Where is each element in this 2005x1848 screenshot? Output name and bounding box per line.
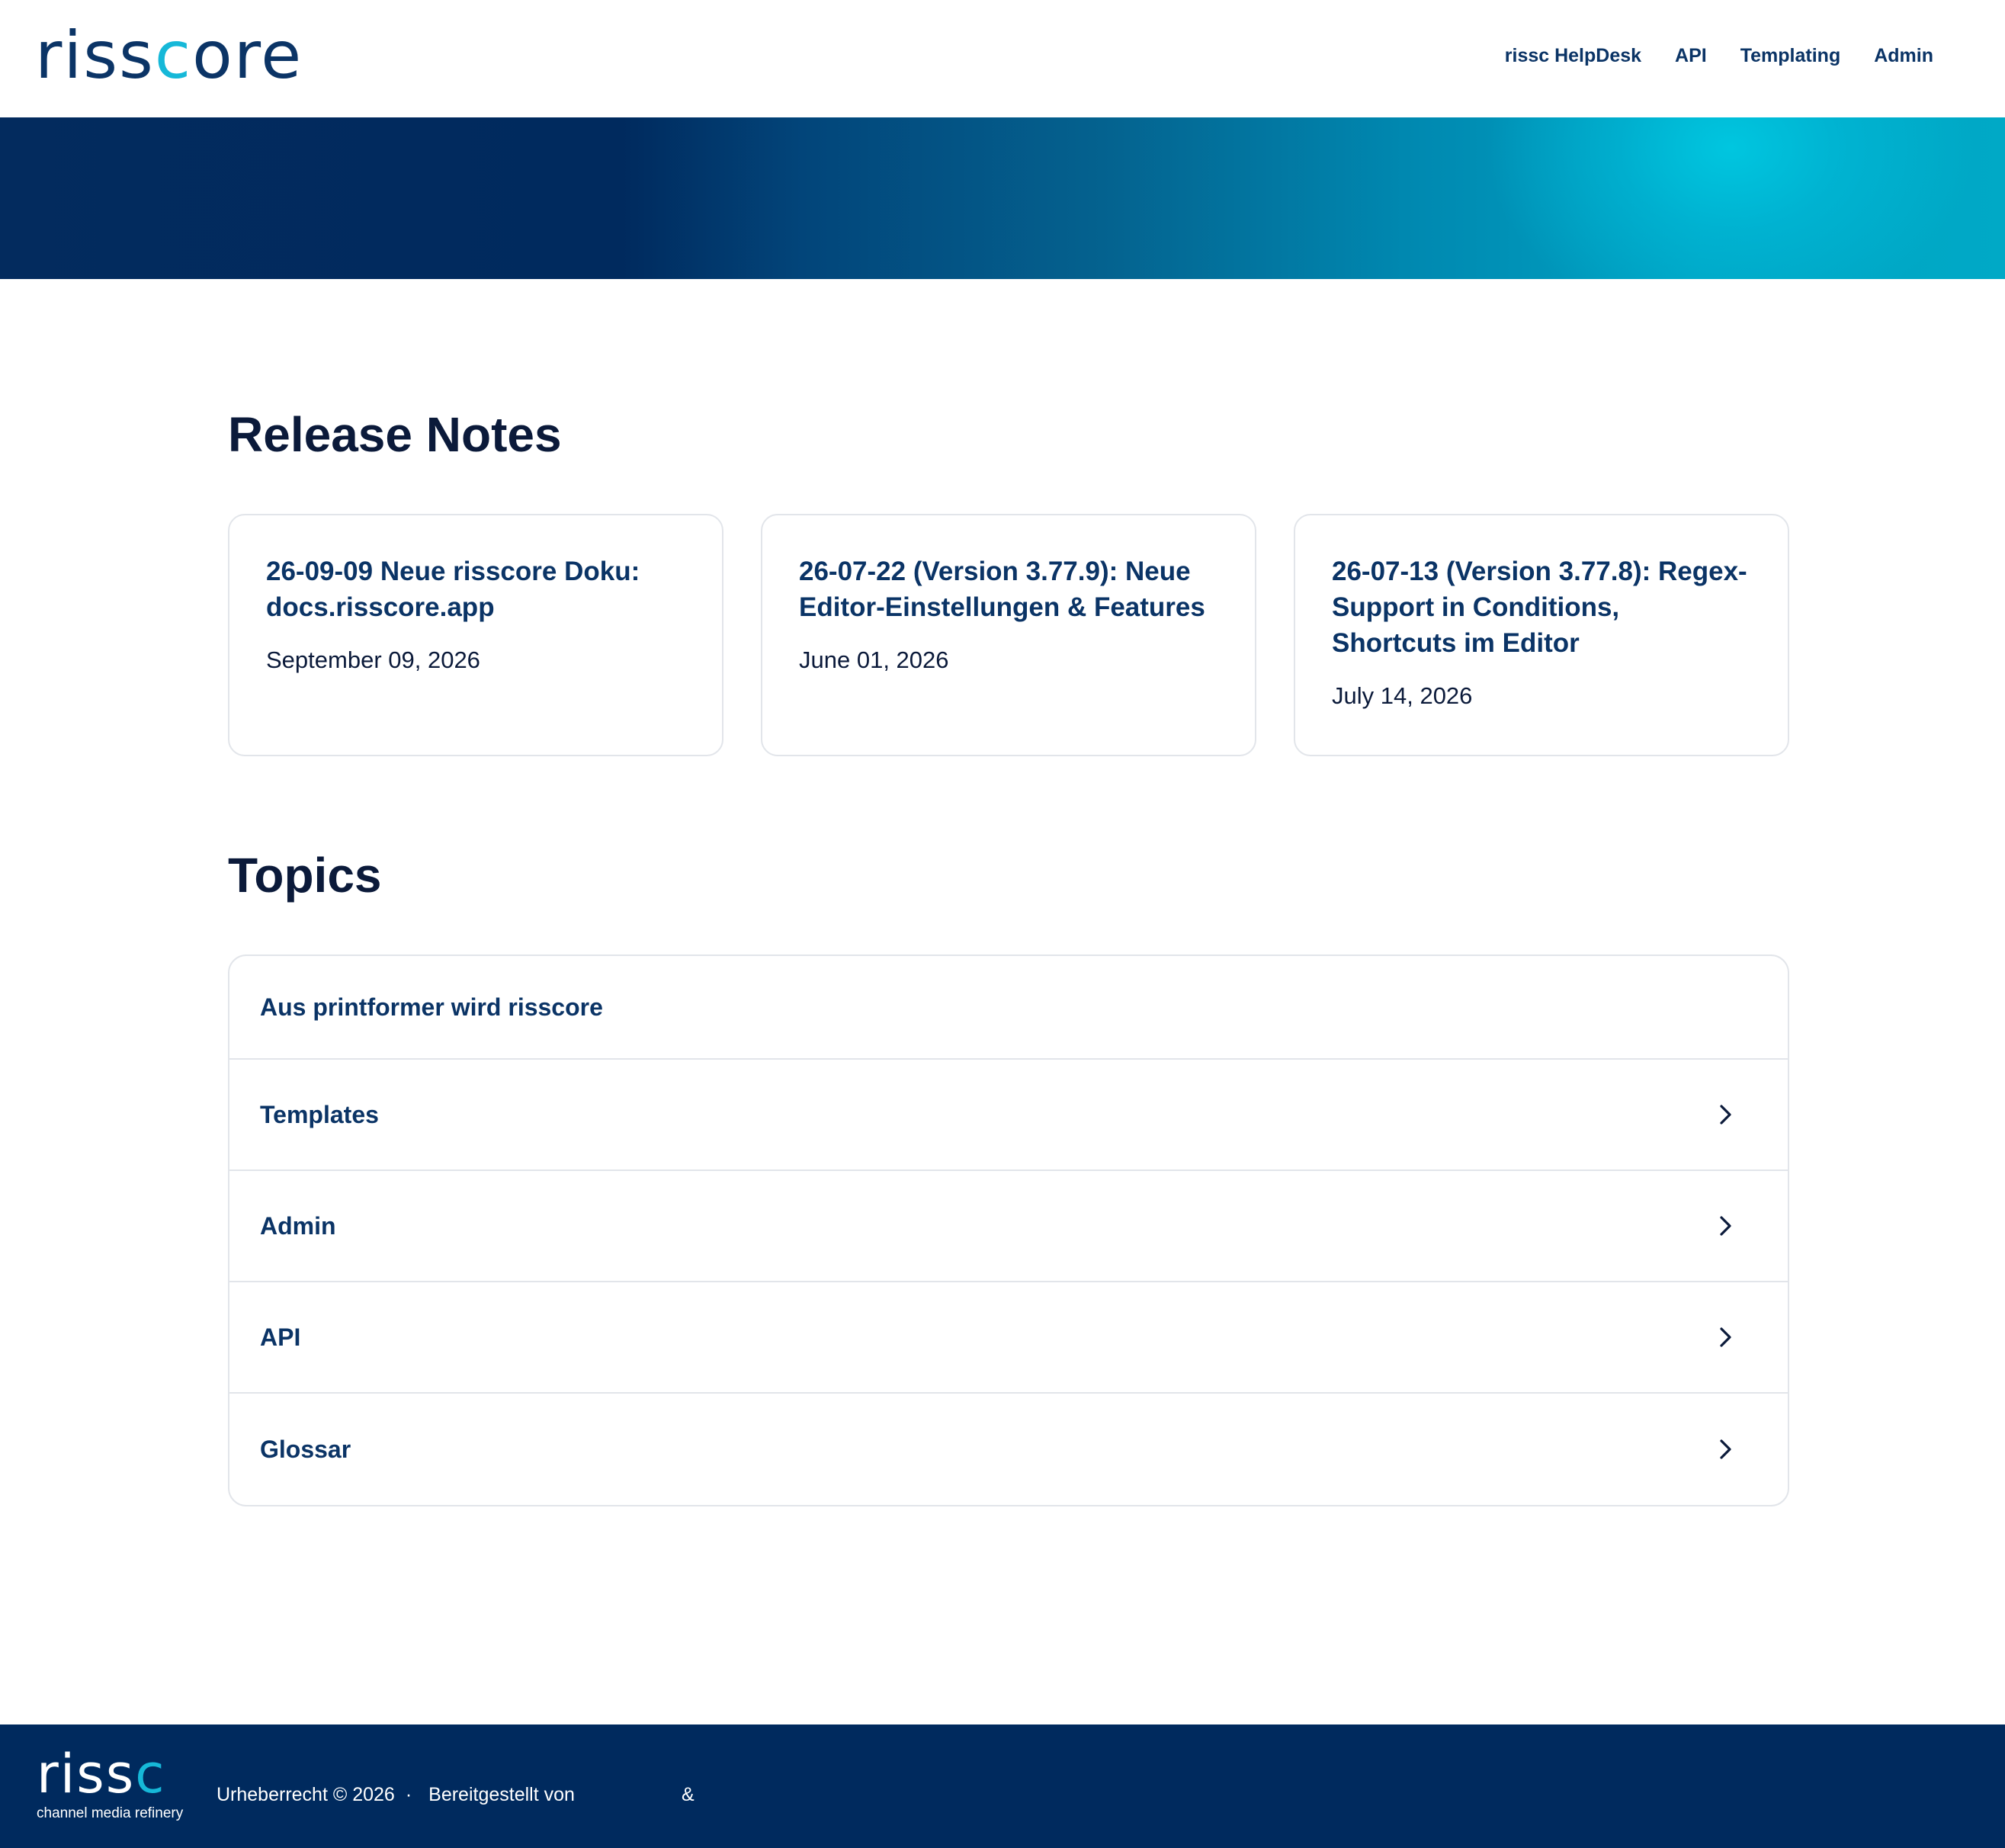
separator-dot: · [405, 1784, 412, 1805]
risscore-logo[interactable]: risscore [35, 21, 303, 90]
release-note-title[interactable]: 26-09-09 Neue risscore Doku: docs.rissco… [266, 553, 685, 625]
release-note-title[interactable]: 26-07-13 (Version 3.77.8): Regex-Support… [1332, 553, 1751, 661]
nav-link-admin[interactable]: Admin [1874, 43, 1933, 69]
topic-item-templates[interactable]: Templates [229, 1060, 1788, 1171]
topic-item-api[interactable]: API [229, 1282, 1788, 1394]
chevron-right-icon [1720, 1327, 1731, 1347]
rissc-footer-logo[interactable]: rissc [37, 1747, 166, 1801]
nav-link-api[interactable]: API [1675, 43, 1707, 69]
chevron-right-icon [1720, 1439, 1731, 1459]
release-note-card[interactable]: 26-09-09 Neue risscore Doku: docs.rissco… [228, 514, 723, 756]
release-note-date: June 01, 2026 [799, 646, 949, 673]
release-note-card[interactable]: 26-07-22 (Version 3.77.9): Neue Editor-E… [761, 514, 1256, 756]
provided-by-text: Bereitgestellt von [428, 1784, 575, 1805]
topics-heading: Topics [228, 848, 382, 903]
topic-label: Templates [260, 1100, 379, 1128]
release-note-title[interactable]: 26-07-22 (Version 3.77.9): Neue Editor-E… [799, 553, 1218, 625]
release-note-card[interactable]: 26-07-13 (Version 3.77.8): Regex-Support… [1294, 514, 1789, 756]
logo-text-main: riss [35, 18, 155, 94]
topic-label: Glossar [260, 1435, 351, 1463]
topic-item-admin[interactable]: Admin [229, 1171, 1788, 1282]
topic-label: Admin [260, 1211, 336, 1240]
release-notes-heading: Release Notes [228, 407, 562, 462]
site-header: risscore rissc HelpDesk API Templating A… [0, 0, 2005, 117]
site-footer: rissc channel media refinery Urheberrech… [0, 1724, 2005, 1848]
release-note-date: July 14, 2026 [1332, 682, 1473, 709]
nav-link-templating[interactable]: Templating [1740, 43, 1840, 69]
release-notes-list: 26-09-09 Neue risscore Doku: docs.rissco… [228, 514, 1789, 756]
topic-item-printformer[interactable]: Aus printformer wird risscore [229, 956, 1788, 1060]
logo-text-accent: c [154, 18, 193, 94]
logo-text-tail: ore [192, 18, 303, 94]
topic-item-glossar[interactable]: Glossar [229, 1394, 1788, 1505]
top-navigation: rissc HelpDesk API Templating Admin [1505, 43, 1933, 69]
footer-logo-accent: c [135, 1743, 166, 1805]
hero-banner [0, 117, 2005, 279]
chevron-right-icon [1720, 1216, 1731, 1236]
chevron-right-icon [1720, 1105, 1731, 1125]
ampersand-text: & [681, 1784, 695, 1805]
footer-logo-main: riss [37, 1743, 136, 1805]
nav-link-helpdesk[interactable]: rissc HelpDesk [1505, 43, 1641, 69]
copyright-text: Urheberrecht © 2026 [217, 1784, 395, 1805]
topic-label: Aus printformer wird risscore [260, 993, 603, 1021]
topic-label: API [260, 1323, 301, 1351]
footer-tagline: channel media refinery [37, 1805, 184, 1821]
release-note-date: September 09, 2026 [266, 646, 480, 673]
topics-list: Aus printformer wird risscore Templates … [228, 954, 1789, 1506]
footer-copyright-line: Urheberrecht © 2026 · Bereitgestellt von… [217, 1782, 695, 1807]
